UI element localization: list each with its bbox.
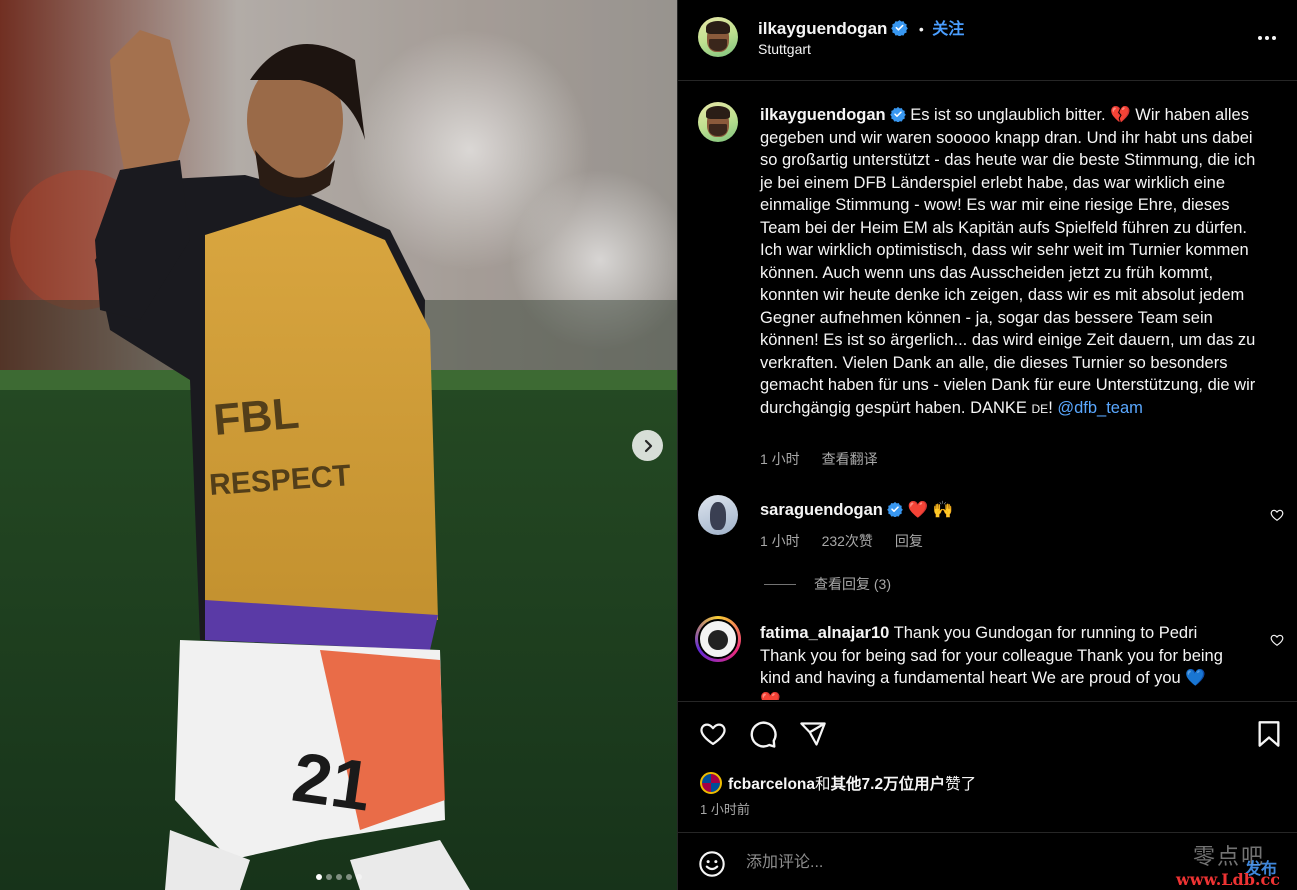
- next-photo-button[interactable]: [632, 430, 663, 461]
- caption-time: 1 小时: [760, 451, 800, 467]
- post-time-ago: 1 小时前: [700, 802, 750, 817]
- watermark-url: www.Ldb.cc: [1176, 870, 1280, 889]
- commenter-avatar[interactable]: [698, 495, 738, 535]
- more-horizontal-icon[interactable]: [1257, 35, 1277, 41]
- save-bookmark-icon[interactable]: [1257, 720, 1281, 748]
- carousel-dot: [345, 874, 352, 880]
- likes-join: 和: [815, 776, 831, 793]
- emoji-smiley-icon[interactable]: [698, 850, 726, 878]
- post-photo[interactable]: FBL RESPECT 21: [0, 0, 677, 890]
- commenter-story-avatar[interactable]: [695, 616, 741, 662]
- likes-summary: fcbarcelona和其他7.2万位用户赞了: [700, 772, 976, 794]
- comment-username[interactable]: fatima_alnajar10: [760, 624, 889, 642]
- svg-text:21: 21: [288, 738, 376, 826]
- avatar-hair: [706, 106, 730, 119]
- likes-suffix: 赞了: [945, 776, 977, 793]
- see-translation-link[interactable]: 查看翻译: [822, 451, 878, 467]
- avatar-hair: [706, 21, 730, 34]
- avatar-face: [710, 502, 726, 531]
- mention-link[interactable]: @dfb_team: [1057, 399, 1143, 417]
- comment-body: fatima_alnajar10 Thank you Gundogan for …: [760, 622, 1230, 700]
- post-photo-image: FBL RESPECT 21: [0, 0, 677, 890]
- caption-avatar[interactable]: [698, 102, 738, 142]
- svg-text:FBL: FBL: [212, 389, 301, 445]
- instagram-post-dialog: FBL RESPECT 21 ilkayguendogan • 关注 Stutt…: [0, 0, 1297, 890]
- liker-username[interactable]: fcbarcelona: [728, 776, 815, 793]
- author-line: ilkayguendogan • 关注: [758, 15, 964, 39]
- carousel-dot: [325, 874, 332, 880]
- post-actions: fcbarcelona和其他7.2万位用户赞了 1 小时前: [678, 701, 1297, 832]
- like-comment-heart-icon[interactable]: [1270, 633, 1284, 647]
- post-header: ilkayguendogan • 关注 Stuttgart: [678, 0, 1297, 81]
- comment-text: ❤️ 🙌: [902, 501, 954, 519]
- caption-text: Es ist so unglaublich bitter. 💔 Wir habe…: [760, 106, 1256, 417]
- carousel-dot: [315, 874, 322, 880]
- add-comment-bar: 零点吧 发布 www.Ldb.cc: [678, 832, 1297, 890]
- caption-meta: 1 小时 查看翻译: [760, 449, 896, 469]
- header-separator: •: [918, 21, 924, 37]
- avatar-sketch: [708, 630, 728, 650]
- avatar-inner: [698, 619, 738, 659]
- post-location[interactable]: Stuttgart: [758, 41, 811, 57]
- carousel-dot: [355, 874, 362, 880]
- flag-de: DE: [1031, 401, 1049, 416]
- view-replies-label: 查看回复 (3): [814, 576, 891, 592]
- caption-flag-suffix: !: [1048, 398, 1058, 417]
- comments-section[interactable]: ilkayguendogan Es ist so unglaublich bit…: [678, 82, 1297, 700]
- author-username[interactable]: ilkayguendogan: [758, 19, 887, 38]
- like-heart-icon[interactable]: [698, 720, 728, 748]
- comment-time: 1 小时: [760, 533, 800, 549]
- carousel-dot: [335, 874, 342, 880]
- comment-input[interactable]: [746, 851, 1166, 875]
- like-comment-heart-icon[interactable]: [1270, 508, 1284, 522]
- liker-avatar[interactable]: [700, 772, 722, 794]
- author-avatar[interactable]: [698, 17, 738, 57]
- verified-badge-icon: [887, 502, 903, 517]
- verified-badge-icon: [891, 20, 909, 36]
- chevron-right-icon: [644, 439, 652, 452]
- comment-bubble-icon[interactable]: [748, 720, 778, 750]
- share-paper-plane-icon[interactable]: [799, 720, 827, 748]
- comment-likes[interactable]: 232次赞: [822, 533, 873, 549]
- verified-badge-icon: [889, 107, 906, 122]
- view-replies-button[interactable]: 查看回复 (3): [764, 574, 891, 594]
- follow-button[interactable]: 关注: [932, 21, 964, 38]
- likes-count-link[interactable]: 其他7.2万位用户: [831, 776, 946, 793]
- carousel-indicator: [0, 874, 677, 880]
- comment-meta: 1 小时 232次赞 回复: [760, 531, 941, 551]
- caption-username[interactable]: ilkayguendogan: [760, 106, 886, 124]
- comment-username[interactable]: saraguendogan: [760, 501, 883, 519]
- replies-divider: [764, 583, 796, 585]
- post-caption: ilkayguendogan Es ist so unglaublich bit…: [760, 104, 1265, 420]
- comment-body: saraguendogan ❤️ 🙌: [760, 499, 1220, 521]
- reply-button[interactable]: 回复: [895, 533, 923, 549]
- post-details-panel: ilkayguendogan • 关注 Stuttgart ilkayguend…: [677, 0, 1297, 890]
